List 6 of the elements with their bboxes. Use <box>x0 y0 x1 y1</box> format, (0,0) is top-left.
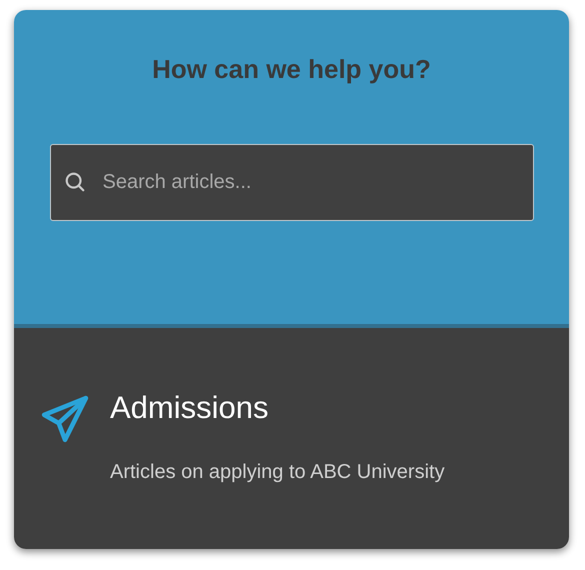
search-icon <box>64 171 86 193</box>
search-field[interactable]: Search articles... <box>50 144 534 221</box>
category-title[interactable]: Admissions <box>110 392 445 423</box>
category-description: Articles on applying to ABC University <box>110 460 445 485</box>
header-title: How can we help you? <box>152 56 431 82</box>
paper-plane-icon <box>40 394 90 444</box>
